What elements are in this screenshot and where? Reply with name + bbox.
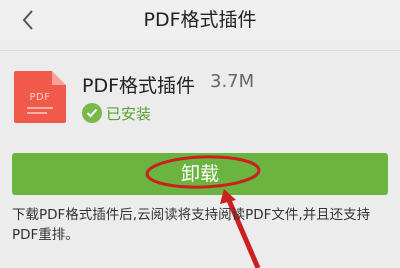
install-status: 已安装	[82, 102, 151, 124]
uninstall-button[interactable]: 卸载	[12, 153, 388, 195]
app-header: PDF格式插件	[0, 0, 400, 40]
icon-line	[27, 107, 53, 109]
check-circle-icon	[82, 103, 102, 123]
app-name: PDF格式插件	[82, 75, 196, 97]
header-divider	[0, 50, 400, 51]
uninstall-button-label: 卸载	[180, 163, 219, 185]
page-title: PDF格式插件	[143, 9, 257, 31]
pdf-file-icon: PDF	[14, 71, 66, 123]
page-fold	[52, 71, 66, 85]
pdf-icon-label: PDF	[29, 92, 51, 103]
install-status-text: 已安装	[106, 104, 152, 123]
plugin-description: 下载PDF格式插件后,云阅读将支持阅读PDF文件,并且还支持PDF重排。	[12, 207, 371, 243]
app-size: 3.7M	[210, 71, 255, 92]
icon-line	[27, 112, 47, 114]
